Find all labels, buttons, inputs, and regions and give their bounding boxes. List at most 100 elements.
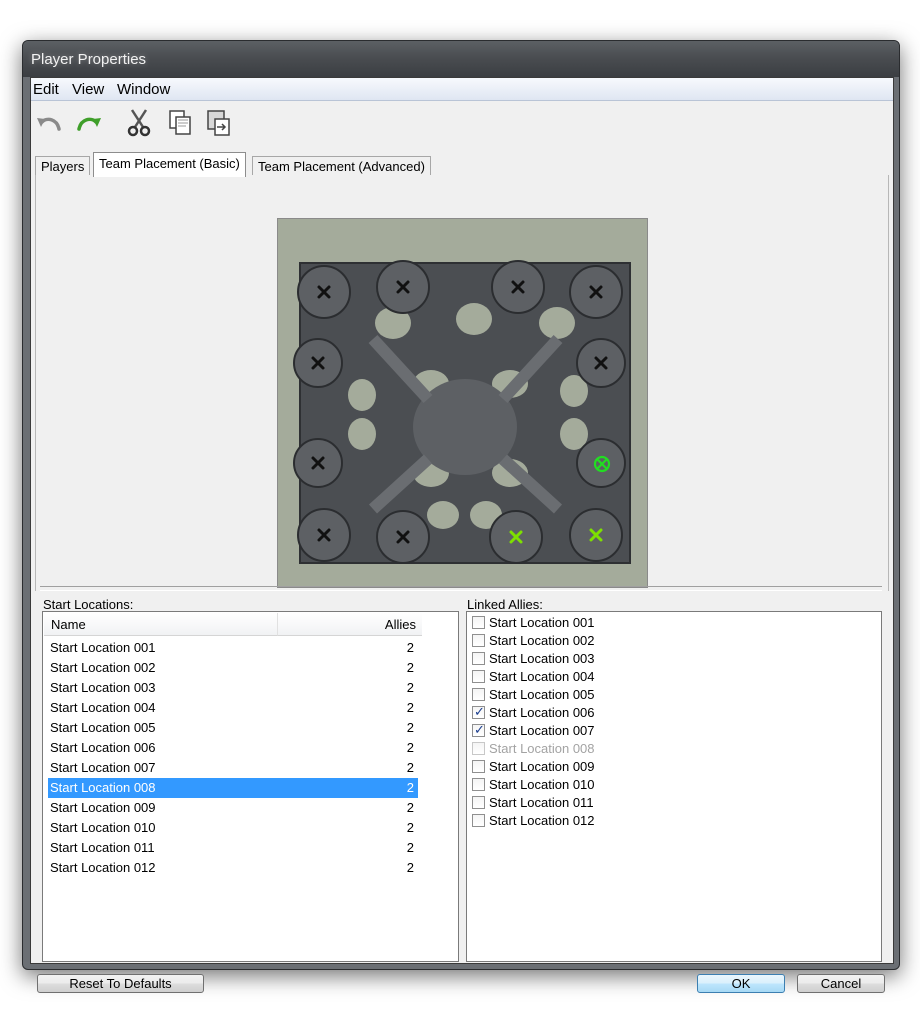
linked-ally-checkbox[interactable]	[472, 760, 485, 773]
panel-splitter[interactable]	[40, 586, 882, 591]
linked-ally-label: Start Location 009	[489, 759, 595, 774]
menu-bar: Edit View Window	[31, 78, 893, 101]
cancel-button[interactable]: Cancel	[797, 974, 885, 993]
start-location-allies: 2	[406, 740, 414, 755]
column-header-allies[interactable]: Allies	[277, 613, 422, 636]
start-location-allies: 2	[406, 860, 414, 875]
start-location-row[interactable]: Start Location 002 2	[48, 658, 418, 678]
start-location-allies: 2	[406, 640, 414, 655]
map-preview[interactable]	[277, 218, 648, 588]
linked-ally-label: Start Location 010	[489, 777, 595, 792]
cut-button[interactable]	[123, 107, 155, 139]
linked-ally-label: Start Location 012	[489, 813, 595, 828]
start-locations-label: Start Locations:	[43, 597, 134, 612]
linked-ally-label: Start Location 005	[489, 687, 595, 702]
start-location-marker-007	[311, 456, 325, 470]
start-location-name: Start Location 011	[50, 840, 155, 855]
menu-edit[interactable]: Edit	[33, 81, 59, 98]
start-location-name: Start Location 010	[50, 820, 156, 835]
start-location-name: Start Location 004	[50, 700, 156, 715]
start-location-marker-005	[311, 356, 325, 370]
start-location-allies: 2	[406, 840, 414, 855]
linked-ally-checkbox[interactable]	[472, 704, 485, 722]
menu-window[interactable]: Window	[117, 81, 170, 98]
start-location-marker-002	[396, 280, 410, 294]
start-location-row[interactable]: Start Location 003 2	[48, 678, 418, 698]
start-location-name: Start Location 006	[50, 740, 156, 755]
start-locations-list[interactable]: Name Allies Start Location 001 2 Start Loc…	[42, 611, 459, 962]
start-location-marker-009	[317, 528, 331, 542]
start-location-allies: 2	[406, 820, 414, 835]
undo-button[interactable]	[33, 107, 65, 139]
tab-players[interactable]: Players	[35, 156, 91, 176]
linked-ally-checkbox[interactable]	[472, 670, 485, 683]
menu-view[interactable]: View	[72, 81, 104, 98]
start-location-row[interactable]: Start Location 006 2	[48, 738, 418, 758]
start-location-row[interactable]: Start Location 001 2	[48, 638, 418, 658]
start-location-name: Start Location 007	[50, 760, 156, 775]
window-title: Player Properties	[31, 51, 147, 68]
window-client: Edit View Window Players Team Placement …	[30, 77, 894, 993]
undo-icon	[37, 117, 61, 131]
start-location-row[interactable]: Start Location 007 2	[48, 758, 418, 778]
linked-ally-checkbox[interactable]	[472, 616, 485, 629]
start-location-marker-012	[589, 528, 603, 542]
start-location-name: Start Location 005	[50, 720, 156, 735]
linked-ally-label: Start Location 007	[489, 723, 595, 738]
reset-to-defaults-button[interactable]: Reset To Defaults	[37, 974, 204, 993]
start-location-row[interactable]: Start Location 005 2	[48, 718, 418, 738]
title-bar[interactable]: Player Properties	[23, 41, 899, 77]
start-location-markers	[311, 280, 611, 544]
tab-team-placement-advanced[interactable]: Team Placement (Advanced)	[252, 156, 431, 176]
start-location-row[interactable]: Start Location 009 2	[48, 798, 418, 818]
linked-ally-checkbox[interactable]	[472, 796, 485, 809]
paste-icon	[207, 110, 230, 136]
start-location-name: Start Location 012	[50, 860, 156, 875]
start-location-marker-001	[317, 285, 331, 299]
linked-ally-label: Start Location 011	[489, 795, 594, 810]
start-location-allies: 2	[406, 720, 414, 735]
start-location-row[interactable]: Start Location 004 2	[48, 698, 418, 718]
linked-ally-checkbox[interactable]	[472, 688, 485, 701]
start-location-marker-008-selected	[593, 455, 611, 473]
tab-strip: Players Team Placement (Basic) Team Plac…	[31, 152, 893, 177]
linked-ally-label: Start Location 008	[489, 741, 595, 756]
copy-button[interactable]	[165, 107, 197, 139]
column-header-name[interactable]: Name	[44, 613, 277, 636]
linked-ally-checkbox[interactable]	[472, 722, 485, 740]
start-location-row[interactable]: Start Location 012 2	[48, 858, 418, 878]
linked-ally-label: Start Location 001	[489, 615, 595, 630]
linked-ally-checkbox[interactable]	[472, 652, 485, 665]
linked-allies-label: Linked Allies:	[467, 597, 543, 612]
player-properties-window: Player Properties Edit View Window Playe…	[22, 40, 900, 993]
start-location-name: Start Location 002	[50, 660, 156, 675]
start-location-allies: 2	[406, 660, 414, 675]
start-location-name: Start Location 009	[50, 800, 156, 815]
linked-ally-checkbox[interactable]	[472, 778, 485, 791]
tab-team-placement-basic[interactable]: Team Placement (Basic)	[93, 152, 246, 177]
start-location-name: Start Location 001	[50, 640, 156, 655]
start-location-allies: 2	[406, 680, 414, 695]
linked-ally-checkbox[interactable]	[472, 814, 485, 827]
paste-button[interactable]	[203, 107, 235, 139]
linked-ally-label: Start Location 006	[489, 705, 595, 720]
linked-ally-label: Start Location 002	[489, 633, 595, 648]
redo-button[interactable]	[73, 107, 105, 139]
toolbar	[31, 103, 893, 143]
start-location-row[interactable]: Start Location 008 2	[48, 778, 418, 798]
start-location-marker-004	[589, 285, 603, 299]
start-location-allies: 2	[406, 760, 414, 775]
start-location-name: Start Location 003	[50, 680, 156, 695]
linked-ally-label: Start Location 004	[489, 669, 595, 684]
ok-button[interactable]: OK	[697, 974, 785, 993]
start-location-row[interactable]: Start Location 010 2	[48, 818, 418, 838]
linked-ally-checkbox[interactable]	[472, 634, 485, 647]
start-location-allies: 2	[406, 780, 414, 795]
copy-icon	[169, 110, 191, 135]
linked-allies-list[interactable]: Start Location 001 Start Location 002 Star…	[466, 611, 882, 962]
start-location-allies: 2	[406, 700, 414, 715]
linked-ally-label: Start Location 003	[489, 651, 595, 666]
start-location-marker-011	[509, 530, 523, 544]
start-location-row[interactable]: Start Location 011 2	[48, 838, 418, 858]
start-location-allies: 2	[406, 800, 414, 815]
